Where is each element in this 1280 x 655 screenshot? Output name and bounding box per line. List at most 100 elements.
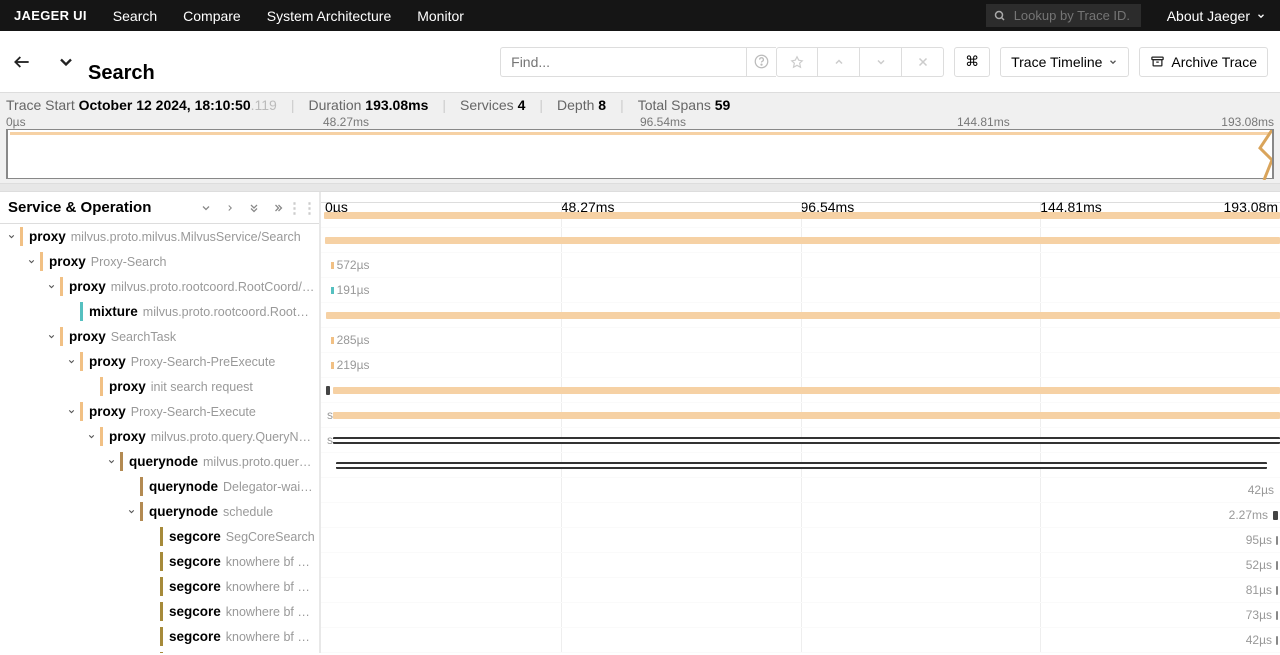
meta-start-label: Trace Start [6,97,75,113]
span-operation: Delegator-waitTSafe [223,480,315,494]
span-row[interactable]: querynodeschedule [0,499,319,524]
caret-down-icon[interactable] [64,357,78,366]
meta-services-value: 4 [518,97,526,113]
timeline-row[interactable]: 73µs [321,603,1280,628]
caret-down-icon[interactable] [4,232,18,241]
caret-down-icon[interactable] [104,457,118,466]
find-reset-button[interactable] [776,47,818,77]
span-row[interactable]: segcoreknowhere bf sear… [0,599,319,624]
span-service: proxy [109,429,146,444]
span-row[interactable]: segcoreknowhere bf sear… [0,574,319,599]
meta-spans-label: Total Spans [638,97,711,113]
collapse-deep-icon[interactable] [245,202,263,214]
collapse-all-icon[interactable] [197,202,215,214]
about-menu[interactable]: About Jaeger [1167,8,1266,24]
span-row[interactable]: mixturemilvus.proto.rootcoord.RootCoord/… [0,299,319,324]
timeline-row[interactable]: 572µs [321,253,1280,278]
span-row[interactable]: proxyProxy-Search [0,249,319,274]
span-row[interactable]: segcoreknowhere bf sear… [0,624,319,649]
span-row[interactable]: proxy Proxy-Search-PreExecute [0,349,319,374]
find-clear-button[interactable] [902,47,944,77]
span-service: proxy [89,404,126,419]
span-operation: knowhere bf sear… [226,555,315,569]
view-mode-select[interactable]: Trace Timeline [1000,47,1129,77]
span-tick [1276,586,1278,595]
span-duration-label: 572µs [337,258,370,272]
timeline-row[interactable]: s [321,428,1280,453]
archive-trace-button[interactable]: Archive Trace [1139,47,1268,77]
caret-down-icon[interactable] [44,282,58,291]
collapse-toggle[interactable] [44,52,88,72]
timeline-row[interactable] [321,378,1280,403]
lookup-input[interactable] [1012,7,1133,24]
span-duration-label: 95µs [1246,533,1272,547]
timeline-row[interactable] [321,228,1280,253]
span-row[interactable]: proxymilvus.proto.rootcoord.RootCoord/Al… [0,274,319,299]
find-prev-button[interactable] [818,47,860,77]
span-row[interactable]: proxySearchTask [0,324,319,349]
span-row[interactable]: proxyProxy-Search-Execute [0,399,319,424]
span-service: proxy [89,354,126,369]
service-operation-panel: Service & Operation ⋮⋮ proxymilvus.proto… [0,192,321,653]
span-row[interactable]: proxymilvus.proto.milvus.MilvusService/S… [0,224,319,249]
span-row[interactable]: segcore knowhere bf sear… [0,549,319,574]
trace-meta: Trace Start October 12 2024, 18:10:50.11… [0,93,1280,184]
span-row[interactable]: querynodemilvus.proto.query.Que… [0,449,319,474]
timeline-row[interactable]: 191µs [321,278,1280,303]
timeline-row[interactable] [321,303,1280,328]
meta-duration-label: Duration [308,97,361,113]
span-row[interactable]: proxymilvus.proto.query.QueryNode/Sea… [0,424,319,449]
span-duration-label: 191µs [337,283,370,297]
span-operation: Proxy-Search-PreExecute [131,355,276,369]
span-row[interactable]: querynodeDelegator-waitTSafe [0,474,319,499]
span-row[interactable]: segcoreSegCoreSearch [0,524,319,549]
span-service: proxy [49,254,86,269]
caret-down-icon[interactable] [84,432,98,441]
meta-depth-value: 8 [598,97,606,113]
expand-deep-icon[interactable] [269,202,287,214]
span-row[interactable]: proxyinit search request [0,374,319,399]
tick: 48.27ms [323,115,369,129]
find-input[interactable] [500,47,746,77]
service-color-bar [160,552,163,571]
keyboard-shortcuts-button[interactable]: ⌘ [954,47,990,77]
timeline-row[interactable]: 95µs [321,528,1280,553]
timeline-row[interactable]: 219µs [321,353,1280,378]
command-icon: ⌘ [965,53,979,70]
trace-title-line1: proxy: milvus.proto.milvus.MilvusService… [88,0,488,39]
timeline-row[interactable]: 42µs [321,628,1280,653]
minimap[interactable] [6,129,1274,179]
drag-handle-icon[interactable]: ⋮⋮ [293,199,311,217]
span-bar [326,312,1280,319]
timeline-row[interactable]: 285µs [321,328,1280,353]
timeline-row[interactable] [321,203,1280,228]
span-duration-label: 73µs [1246,608,1272,622]
service-color-bar [80,402,83,421]
span-row[interactable]: segcoreknowhere bf sear… [0,649,319,653]
back-button[interactable] [0,52,44,72]
lookup-trace[interactable] [986,4,1141,27]
caret-down-icon[interactable] [24,257,38,266]
caret-down-icon[interactable] [64,407,78,416]
span-service: segcore [169,554,221,569]
tick: 144.81ms [957,115,1010,129]
timeline-row[interactable]: 52µs [321,553,1280,578]
timeline-row[interactable]: 81µs [321,578,1280,603]
timeline-row[interactable]: 2.27ms [321,503,1280,528]
find-help-icon[interactable] [746,47,776,77]
timeline-row[interactable]: s [321,403,1280,428]
span-service: mixture [89,304,138,319]
span-duration-label: 219µs [337,358,370,372]
span-bar [333,387,1280,394]
find-nav-group [776,47,944,77]
span-duration-label: 42µs [1246,633,1272,647]
service-operation-header: Service & Operation ⋮⋮ [0,192,319,224]
find-next-button[interactable] [860,47,902,77]
caret-down-icon[interactable] [44,332,58,341]
timeline-row[interactable]: 42µs [321,478,1280,503]
timeline-row[interactable] [321,453,1280,478]
expand-one-icon[interactable] [221,202,239,214]
archive-icon [1150,54,1165,69]
span-service: proxy [109,379,146,394]
caret-down-icon[interactable] [124,507,138,516]
